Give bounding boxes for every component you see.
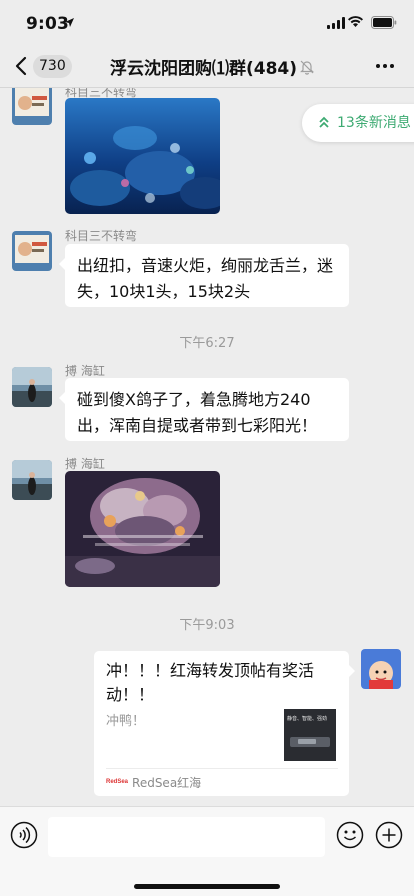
aquarium-photo[interactable]	[65, 98, 220, 214]
message-list[interactable]: 科目三不转弯 科目三不转弯 出纽扣，音速火炬，绚丽龙舌兰，迷失，10块1头，15…	[0, 88, 414, 806]
unread-count-badge[interactable]: 730	[33, 55, 72, 78]
status-time: 9:03	[26, 14, 70, 34]
chat-header: 730 浮云沈阳团购⑴群(484)	[0, 44, 414, 88]
shared-link-card[interactable]: 冲！！！红海转发顶帖有奖活动！！ 冲鸭！ 静音、智能、强劲 RedSea Red…	[94, 651, 355, 796]
avatar[interactable]	[12, 460, 52, 500]
card-source: RedSea RedSea红海	[106, 773, 201, 791]
source-name: RedSea红海	[132, 775, 202, 790]
sender-name: 搏 海缸	[65, 364, 105, 378]
card-thumbnail: 静音、智能、强劲	[284, 709, 336, 761]
more-options-icon[interactable]	[376, 64, 394, 68]
timestamp: 下午9:03	[179, 618, 235, 633]
message-bubble[interactable]: 出纽扣，音速火炬，绚丽龙舌兰，迷失，10块1头，15块2头	[59, 244, 349, 307]
new-messages-button[interactable]: 13条新消息	[302, 104, 414, 142]
back-chevron-icon[interactable]	[14, 56, 28, 76]
avatar[interactable]	[12, 231, 52, 271]
mute-bell-icon	[300, 60, 314, 75]
cellular-signal-icon	[327, 17, 345, 29]
status-bar: 9:03	[0, 0, 414, 44]
card-title: 冲！！！红海转发顶帖有奖活动！！	[106, 661, 315, 704]
avatar[interactable]	[12, 367, 52, 407]
wifi-icon	[348, 16, 363, 27]
voice-input-icon[interactable]	[10, 821, 38, 849]
sender-name: 科目三不转弯	[65, 229, 138, 243]
message-bubble[interactable]: 碰到傻X鸽子了，着急腾地方240出，浑南自提或者带到七彩阳光！	[59, 378, 349, 441]
card-description: 冲鸭！	[106, 714, 146, 729]
home-indicator[interactable]	[134, 884, 280, 889]
plus-icon[interactable]	[375, 821, 403, 849]
source-logo: RedSea	[106, 779, 129, 785]
timestamp: 下午6:27	[179, 336, 235, 351]
new-messages-label: 13条新消息	[337, 115, 411, 131]
battery-icon	[371, 16, 397, 29]
coral-photo[interactable]	[65, 471, 220, 587]
sender-name: 搏 海缸	[65, 457, 105, 471]
card-divider	[106, 768, 338, 769]
double-chevron-up-icon	[319, 116, 329, 128]
location-arrow-icon	[65, 18, 74, 27]
message-input[interactable]	[48, 817, 325, 857]
input-bar	[0, 806, 414, 896]
chat-title: 浮云沈阳团购⑴群(484)	[110, 59, 298, 79]
avatar[interactable]	[12, 88, 52, 125]
my-avatar[interactable]	[361, 649, 401, 689]
emoji-icon[interactable]	[336, 821, 364, 849]
thumbnail-caption: 静音、智能、强劲	[287, 716, 328, 722]
